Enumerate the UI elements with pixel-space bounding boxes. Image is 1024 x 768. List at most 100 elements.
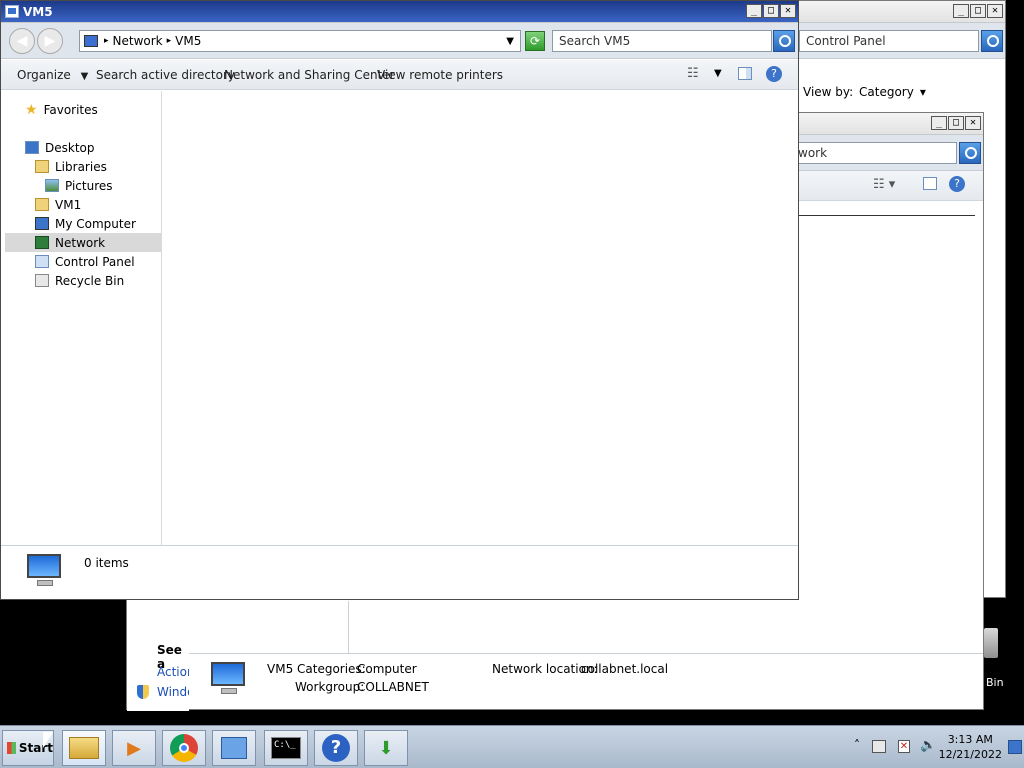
terminal-icon: C:\_: [271, 737, 301, 759]
tray-chevron-icon[interactable]: ˄: [854, 738, 860, 752]
view-by-value: Category: [859, 85, 914, 99]
preview-pane-icon[interactable]: [738, 67, 752, 80]
maximize-button[interactable]: □: [763, 4, 779, 18]
organize-button[interactable]: Organize ▼: [17, 68, 88, 82]
nav-recycle-bin[interactable]: Recycle Bin: [35, 271, 124, 290]
item-count: 0 items: [84, 556, 129, 570]
flag-alert-icon[interactable]: ✕: [898, 740, 910, 753]
recycle-bin-label: Bin: [986, 676, 1004, 689]
windows-logo-icon: [7, 742, 16, 754]
network-left-pane: See a Action Windo: [127, 601, 195, 711]
explorer-taskbar-button[interactable]: [62, 730, 106, 766]
taskbar: Start ▶ C:\_ ? ⬇ ˄ ✕ 🔈 3:13 AM 12/21/202…: [0, 725, 1024, 768]
file-list-area[interactable]: [163, 91, 798, 545]
preview-pane-icon[interactable]: [923, 177, 937, 190]
computer-icon: [23, 552, 63, 588]
nav-pictures-label: Pictures: [65, 178, 113, 193]
search-input[interactable]: Search VM5: [552, 30, 772, 52]
network-tool-taskbar-button[interactable]: ⬇: [364, 730, 408, 766]
maximize-button[interactable]: □: [970, 4, 986, 18]
nav-vm1-label: VM1: [55, 197, 82, 212]
view-by-dropdown[interactable]: Category ▾: [859, 85, 926, 99]
details-categories-label: Categories:: [297, 662, 366, 676]
clock[interactable]: 3:13 AM 12/21/2022: [939, 732, 1002, 762]
back-button[interactable]: ◀: [9, 28, 35, 54]
nav-my-computer[interactable]: My Computer: [35, 214, 136, 233]
breadcrumb-separator-icon[interactable]: ▸: [104, 36, 109, 46]
network-divider: [348, 601, 349, 655]
nav-recycle-bin-label: Recycle Bin: [55, 273, 125, 288]
breadcrumb-vm5[interactable]: VM5: [175, 34, 201, 48]
recycle-bin-desktop-icon[interactable]: Bin: [984, 626, 1024, 696]
pictures-icon: [45, 179, 59, 192]
help-taskbar-button[interactable]: ?: [314, 730, 358, 766]
minimize-button[interactable]: _: [953, 4, 969, 18]
nav-control-panel-label: Control Panel: [55, 254, 135, 269]
vm5-window-controls: _ □ ✕: [746, 4, 796, 18]
server-manager-taskbar-button[interactable]: [212, 730, 256, 766]
refresh-icon[interactable]: ⟳: [525, 31, 545, 51]
command-prompt-taskbar-button[interactable]: C:\_: [264, 730, 308, 766]
cursor-icon: [43, 732, 53, 748]
network-window-controls: _ □ ✕: [931, 116, 981, 130]
network-icon: [35, 236, 49, 249]
vm5-titlebar: VM5 _ □ ✕: [1, 1, 798, 23]
minimize-button[interactable]: _: [746, 4, 762, 18]
volume-icon[interactable]: 🔈: [920, 738, 936, 753]
server-manager-icon: [221, 737, 247, 759]
close-button[interactable]: ✕: [965, 116, 981, 130]
network-tray-icon[interactable]: [872, 740, 886, 753]
address-bar: ◀ ▶ ▸ Network ▸ VM5 ▼ ⟳ Search VM5: [1, 23, 798, 59]
window-title: VM5: [23, 5, 53, 19]
control-panel-icon: [35, 255, 49, 268]
column-header-divider: [799, 215, 975, 216]
details-pane: 0 items: [1, 545, 798, 599]
view-by-label: View by:: [803, 85, 854, 99]
nav-network-label: Network: [55, 235, 106, 250]
recycle-bin-icon: [35, 274, 49, 287]
details-categories-value: Computer: [357, 662, 417, 676]
nav-favorites[interactable]: ★ Favorites: [25, 100, 98, 119]
help-icon[interactable]: ?: [766, 66, 782, 82]
search-icon[interactable]: [981, 30, 1003, 52]
show-desktop-button[interactable]: [1008, 740, 1022, 754]
address-field[interactable]: ▸ Network ▸ VM5 ▼: [79, 30, 521, 52]
close-button[interactable]: ✕: [987, 4, 1003, 18]
view-remote-printers-button[interactable]: View remote printers: [377, 68, 503, 82]
minimize-button[interactable]: _: [931, 116, 947, 130]
chrome-icon: [170, 734, 198, 762]
breadcrumb-separator-icon[interactable]: ▸: [167, 36, 172, 46]
network-sharing-center-button[interactable]: Network and Sharing Center: [224, 68, 395, 82]
nav-desktop[interactable]: Desktop: [25, 138, 95, 157]
chevron-down-icon[interactable]: ▼: [506, 36, 514, 47]
search-active-directory-button[interactable]: Search active directory: [96, 68, 235, 82]
control-panel-search-input[interactable]: Control Panel: [799, 30, 979, 52]
chrome-taskbar-button[interactable]: [162, 730, 206, 766]
details-network-location-value: collabnet.local: [581, 662, 669, 676]
folder-icon: [69, 737, 99, 759]
chevron-down-icon: ▾: [919, 85, 926, 99]
close-button[interactable]: ✕: [780, 4, 796, 18]
details-workgroup-label: Workgroup:: [295, 680, 365, 694]
views-icon[interactable]: ☷: [687, 66, 699, 81]
maximize-button[interactable]: □: [948, 116, 964, 130]
chevron-down-icon[interactable]: ▼: [714, 68, 722, 79]
nav-libraries[interactable]: Libraries: [35, 157, 107, 176]
nav-libraries-label: Libraries: [55, 159, 107, 174]
command-bar: Organize ▼ Search active directory Netwo…: [1, 60, 798, 90]
search-icon[interactable]: [959, 142, 981, 164]
navigation-pane: ★ Favorites Desktop Libraries Pictures V…: [1, 91, 162, 545]
breadcrumb-network[interactable]: Network: [113, 34, 163, 48]
user-folder-icon: [35, 198, 49, 211]
network-search-input[interactable]: work: [795, 142, 957, 164]
nav-vm1[interactable]: VM1: [35, 195, 81, 214]
search-icon[interactable]: [773, 30, 795, 52]
media-player-taskbar-button[interactable]: ▶: [112, 730, 156, 766]
nav-control-panel[interactable]: Control Panel: [35, 252, 135, 271]
nav-pictures[interactable]: Pictures: [45, 176, 113, 195]
help-icon[interactable]: ?: [949, 176, 965, 192]
libraries-icon: [35, 160, 49, 173]
forward-button[interactable]: ▶: [37, 28, 63, 54]
views-icon[interactable]: ☷ ▾: [873, 177, 895, 192]
nav-network[interactable]: Network: [5, 233, 161, 252]
